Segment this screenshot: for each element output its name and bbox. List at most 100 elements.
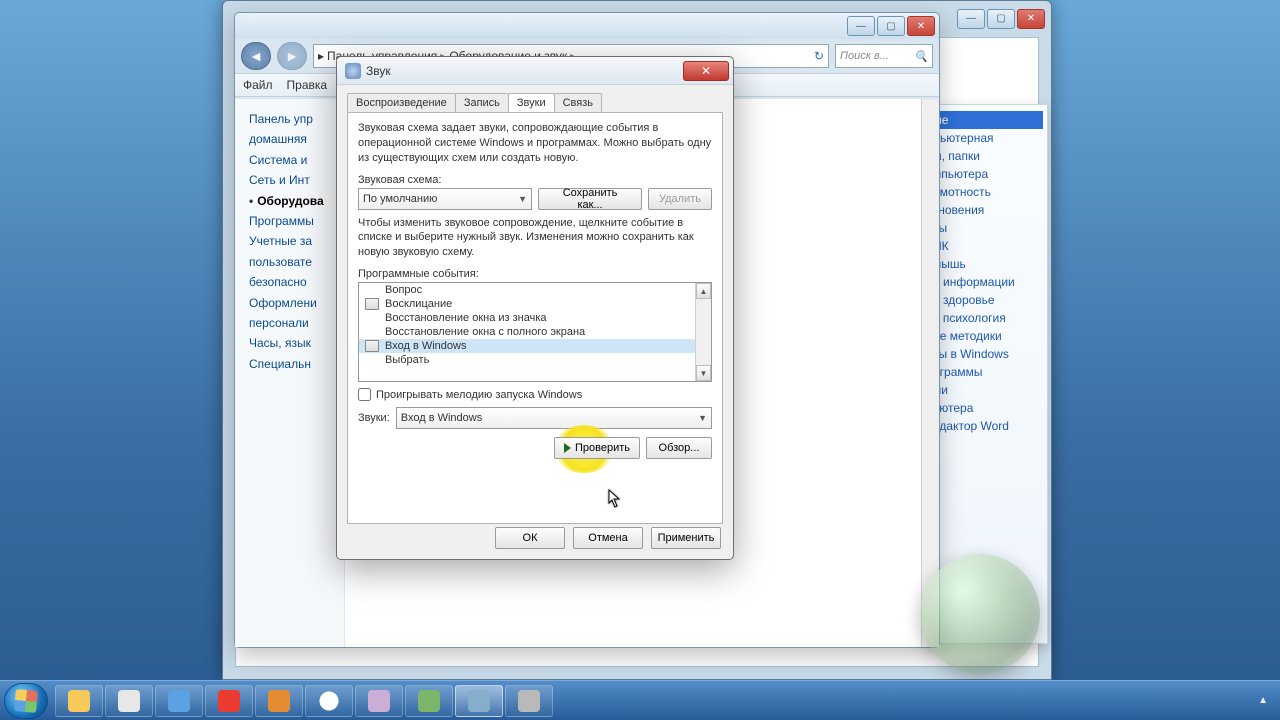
sidebar-item[interactable]: Часы, язык: [249, 333, 338, 353]
right-link[interactable]: ие методики: [933, 327, 1043, 345]
right-link[interactable]: ПК: [933, 237, 1043, 255]
browse-button[interactable]: Обзор...: [646, 437, 712, 459]
dialog-close-button[interactable]: ✕: [683, 61, 729, 81]
sidebar-subitem[interactable]: пользовате: [249, 252, 338, 272]
outer-max-button[interactable]: ▢: [987, 9, 1015, 29]
right-link[interactable]: имотность: [933, 183, 1043, 201]
taskbar-app-icon: [168, 690, 190, 712]
taskbar-app[interactable]: [105, 685, 153, 717]
right-link[interactable]: я психология: [933, 309, 1043, 327]
right-link[interactable]: мпьютера: [933, 165, 1043, 183]
right-link[interactable]: ие: [933, 111, 1043, 129]
event-item[interactable]: Вопрос: [359, 283, 711, 297]
dialog-tabpanel-sounds: Звуковая схема задает звуки, сопровождаю…: [347, 112, 723, 524]
sidebar-item[interactable]: Панель упр: [249, 109, 338, 129]
event-item[interactable]: Вход в Windows: [359, 339, 711, 353]
tray-flag-icon[interactable]: ▲: [1258, 695, 1268, 706]
right-link[interactable]: ьютера: [933, 399, 1043, 417]
events-label: Программные события:: [358, 268, 712, 280]
sidebar-item[interactable]: Специальн: [249, 354, 338, 374]
taskbar-app[interactable]: [505, 685, 553, 717]
sidebar-item[interactable]: Оформлени: [249, 293, 338, 313]
tab-Связь[interactable]: Связь: [554, 93, 602, 112]
tab-Воспроизведение[interactable]: Воспроизведение: [347, 93, 456, 112]
test-button[interactable]: Проверить: [554, 437, 640, 459]
scheme-label: Звуковая схема:: [358, 174, 712, 186]
apply-button[interactable]: Применить: [651, 527, 721, 549]
sound-label: Звуки:: [358, 412, 390, 424]
taskbar-app-icon: [68, 690, 90, 712]
sidebar-item[interactable]: Оборудова: [249, 191, 338, 211]
listbox-scrollbar[interactable]: ▲ ▼: [695, 283, 711, 381]
event-label: Восстановление окна с полного экрана: [385, 326, 585, 338]
sidebar-subitem[interactable]: домашняя: [249, 129, 338, 149]
right-link[interactable]: льютерная: [933, 129, 1043, 147]
menu-edit[interactable]: Правка: [287, 78, 328, 92]
event-item[interactable]: Восклицание: [359, 297, 711, 311]
sound-dialog: Звук ✕ ВоспроизведениеЗаписьЗвукиСвязь З…: [336, 56, 734, 560]
right-link[interactable]: мышь: [933, 255, 1043, 273]
forward-button[interactable]: ►: [277, 42, 307, 70]
scroll-up-icon[interactable]: ▲: [696, 283, 711, 299]
decorative-orb: [920, 554, 1040, 674]
back-button[interactable]: ◄: [241, 42, 271, 70]
taskbar-app-icon: [368, 690, 390, 712]
event-label: Вопрос: [385, 284, 422, 296]
right-link[interactable]: едактор Word: [933, 417, 1043, 435]
refresh-icon[interactable]: ↻: [814, 49, 824, 63]
play-startup-input[interactable]: [358, 388, 371, 401]
save-as-button[interactable]: Сохранить как...: [538, 188, 642, 210]
taskbar-app[interactable]: [405, 685, 453, 717]
taskbar-app[interactable]: [155, 685, 203, 717]
cancel-button[interactable]: Отмена: [573, 527, 643, 549]
tab-Звуки[interactable]: Звуки: [508, 93, 555, 112]
right-link[interactable]: ты в Windows: [933, 345, 1043, 363]
sidebar-subitem[interactable]: безопасно: [249, 272, 338, 292]
right-link[interactable]: ы, папки: [933, 147, 1043, 165]
scroll-down-icon[interactable]: ▼: [696, 365, 711, 381]
taskbar-app[interactable]: [255, 685, 303, 717]
dialog-titlebar[interactable]: Звук ✕: [337, 57, 733, 85]
event-item[interactable]: Выбрать: [359, 353, 711, 367]
right-link[interactable]: и здоровье: [933, 291, 1043, 309]
system-tray[interactable]: ▲: [1258, 695, 1276, 706]
sidebar-item[interactable]: Сеть и Инт: [249, 170, 338, 190]
event-item[interactable]: Восстановление окна из значка: [359, 311, 711, 325]
outer-min-button[interactable]: —: [957, 9, 985, 29]
explorer-close-button[interactable]: ✕: [907, 16, 935, 36]
right-link[interactable]: ми: [933, 381, 1043, 399]
sidebar-subitem[interactable]: персонали: [249, 313, 338, 333]
right-link[interactable]: е информации: [933, 273, 1043, 291]
intro-text: Звуковая схема задает звуки, сопровождаю…: [358, 121, 712, 166]
explorer-min-button[interactable]: —: [847, 16, 875, 36]
taskbar-app[interactable]: [455, 685, 503, 717]
delete-button: Удалить: [648, 188, 712, 210]
menu-file[interactable]: Файл: [243, 78, 273, 92]
search-input[interactable]: Поиск в... 🔍: [835, 44, 933, 68]
outer-close-button[interactable]: ✕: [1017, 9, 1045, 29]
explorer-max-button[interactable]: ▢: [877, 16, 905, 36]
desktop: — ▢ ✕ иельютернаяы, папкимпьютераимотнос…: [0, 0, 1280, 720]
tab-Запись[interactable]: Запись: [455, 93, 509, 112]
explorer-scrollbar[interactable]: [921, 99, 939, 647]
sound-dropdown[interactable]: Вход в Windows ▼: [396, 407, 712, 429]
events-listbox[interactable]: ВопросВосклицаниеВосстановление окна из …: [358, 282, 712, 382]
right-link[interactable]: ограммы: [933, 363, 1043, 381]
play-startup-checkbox[interactable]: Проигрывать мелодию запуска Windows: [358, 388, 712, 401]
taskbar-app[interactable]: [355, 685, 403, 717]
scheme-dropdown[interactable]: По умолчанию ▼: [358, 188, 532, 210]
start-button[interactable]: [4, 683, 48, 719]
sidebar-item[interactable]: Система и: [249, 150, 338, 170]
sound-icon: [345, 63, 361, 79]
dialog-tabs: ВоспроизведениеЗаписьЗвукиСвязь: [337, 85, 733, 112]
sidebar-item[interactable]: Учетные за: [249, 231, 338, 251]
event-item[interactable]: Восстановление окна с полного экрана: [359, 325, 711, 339]
taskbar-app-icon: [518, 690, 540, 712]
right-link[interactable]: ты: [933, 219, 1043, 237]
taskbar-app[interactable]: [55, 685, 103, 717]
taskbar-app[interactable]: [305, 685, 353, 717]
ok-button[interactable]: ОК: [495, 527, 565, 549]
sidebar-item[interactable]: Программы: [249, 211, 338, 231]
right-link[interactable]: кновения: [933, 201, 1043, 219]
taskbar-app[interactable]: [205, 685, 253, 717]
